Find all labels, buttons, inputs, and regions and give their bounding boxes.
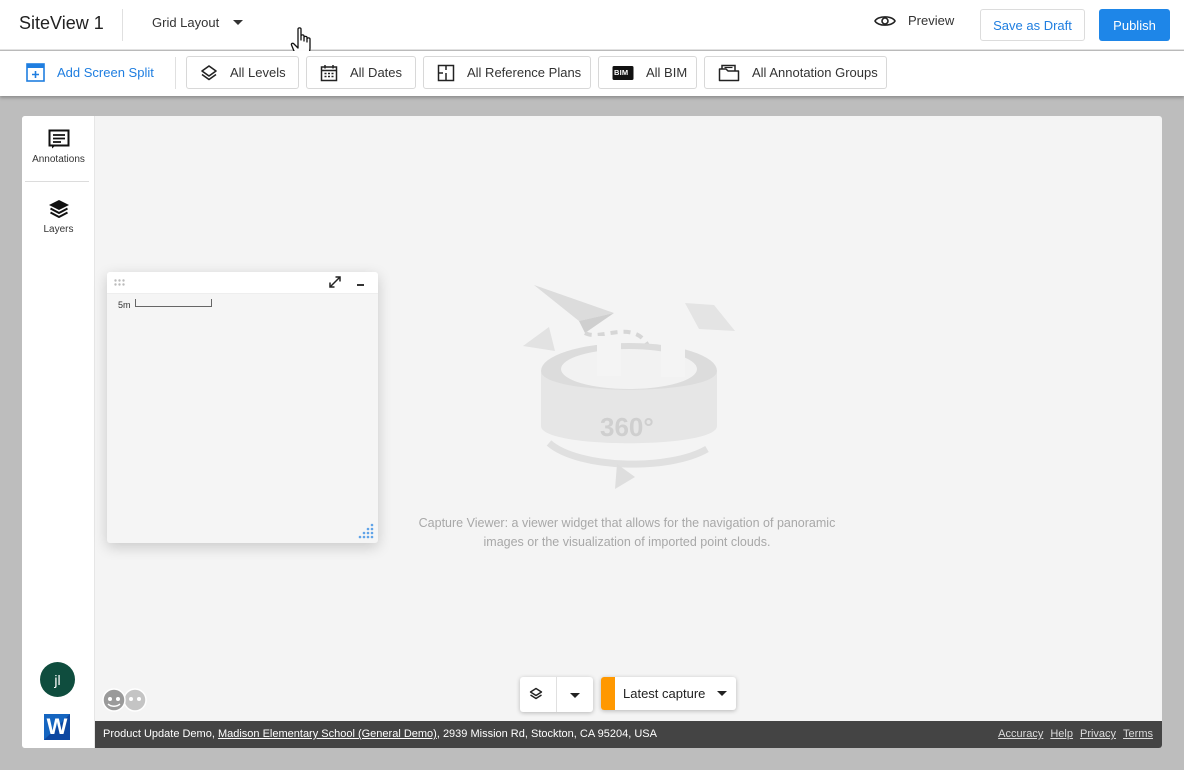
- minimap-header[interactable]: [107, 272, 378, 294]
- calendar-icon: [320, 64, 338, 81]
- publish-button[interactable]: Publish: [1099, 9, 1170, 41]
- sidebar-label: Layers: [43, 224, 74, 235]
- filter-toolbar: Add Screen Split All Levels All Dates Al…: [0, 51, 1184, 96]
- resize-handle-icon[interactable]: [357, 522, 375, 540]
- filter-label: All Dates: [350, 65, 403, 80]
- capture-select-value: Latest capture: [623, 686, 706, 701]
- drag-handle-icon[interactable]: [114, 279, 125, 286]
- layout-select[interactable]: Grid Layout: [152, 15, 244, 30]
- all-levels-filter[interactable]: All Levels: [186, 56, 299, 89]
- chevron-down-icon[interactable]: [570, 693, 580, 698]
- eye-icon: [874, 15, 896, 26]
- project-name: Product Update Demo,: [103, 728, 218, 740]
- capture-color-swatch: [601, 677, 615, 710]
- layer-control-divider: [556, 677, 557, 712]
- toolbar-divider: [175, 57, 176, 89]
- rail-divider: [25, 181, 89, 182]
- scale-bar: [135, 299, 212, 307]
- help-link[interactable]: Help: [1050, 728, 1073, 740]
- add-split-icon: [26, 63, 45, 82]
- side-rail: Annotations Layers jl W: [22, 116, 95, 748]
- top-header: SiteView 1 Grid Layout Preview Save as D…: [0, 0, 1184, 58]
- layers-toggle-icon[interactable]: [529, 687, 543, 701]
- logo-letter: W: [46, 714, 68, 739]
- preview-button[interactable]: Preview: [874, 13, 954, 28]
- add-screen-split-button[interactable]: Add Screen Split: [26, 63, 154, 82]
- annotations-icon: [48, 129, 69, 149]
- layout-select-value: Grid Layout: [152, 15, 220, 30]
- chevron-down-icon: [717, 691, 727, 696]
- filter-label: All Levels: [230, 65, 286, 80]
- layer-control: [520, 677, 593, 712]
- header-divider: [122, 9, 123, 41]
- filter-label: All Annotation Groups: [752, 65, 878, 80]
- folder-icon: [718, 64, 740, 81]
- layers-stack-icon: [48, 200, 69, 218]
- filter-label: All BIM: [646, 65, 688, 80]
- sidebar-label: Annotations: [32, 154, 85, 165]
- all-annotation-groups-filter[interactable]: All Annotation Groups: [704, 56, 887, 89]
- all-dates-filter[interactable]: All Dates: [306, 56, 416, 89]
- sidebar-item-annotations[interactable]: Annotations: [22, 129, 95, 165]
- avatar[interactable]: jl: [40, 662, 75, 697]
- site-link[interactable]: Madison Elementary School (General Demo): [218, 728, 437, 740]
- preview-label: Preview: [908, 13, 955, 28]
- chevron-down-icon: [233, 20, 244, 25]
- all-bim-filter[interactable]: BIM All BIM: [598, 56, 697, 89]
- project-info: Product Update Demo, Madison Elementary …: [103, 728, 657, 740]
- capture-viewer-description: Capture Viewer: a viewer widget that all…: [418, 516, 836, 549]
- page-title: SiteView 1: [19, 13, 104, 33]
- 360-capture-illustration: [523, 285, 735, 489]
- 360-badge-text: 360°: [600, 412, 654, 442]
- privacy-link[interactable]: Privacy: [1080, 728, 1116, 740]
- capture-date-select[interactable]: Latest capture: [601, 677, 736, 710]
- project-footer: Product Update Demo, Madison Elementary …: [95, 721, 1162, 748]
- viewer-mode-icon[interactable]: [101, 687, 149, 713]
- site-address: , 2939 Mission Rd, Stockton, CA 95204, U…: [436, 728, 657, 740]
- add-split-label: Add Screen Split: [57, 65, 154, 80]
- scale-label: 5m: [118, 300, 131, 310]
- minimize-icon[interactable]: [357, 284, 364, 286]
- terms-link[interactable]: Terms: [1123, 728, 1153, 740]
- sidebar-item-layers[interactable]: Layers: [22, 199, 95, 235]
- accuracy-link[interactable]: Accuracy: [998, 728, 1043, 740]
- filter-label: All Reference Plans: [467, 65, 582, 80]
- bim-badge: BIM: [614, 68, 629, 77]
- layers-icon: [201, 64, 217, 80]
- minimap-widget[interactable]: 5m: [107, 272, 378, 543]
- footer-links: Accuracy Help Privacy Terms: [998, 728, 1153, 740]
- capture-viewer-canvas[interactable]: Annotations Layers jl W 360° Capture Vie…: [22, 116, 1162, 748]
- all-reference-plans-filter[interactable]: All Reference Plans: [423, 56, 591, 89]
- plan-icon: [437, 64, 455, 81]
- expand-icon[interactable]: [328, 275, 342, 289]
- save-draft-button[interactable]: Save as Draft: [980, 9, 1085, 41]
